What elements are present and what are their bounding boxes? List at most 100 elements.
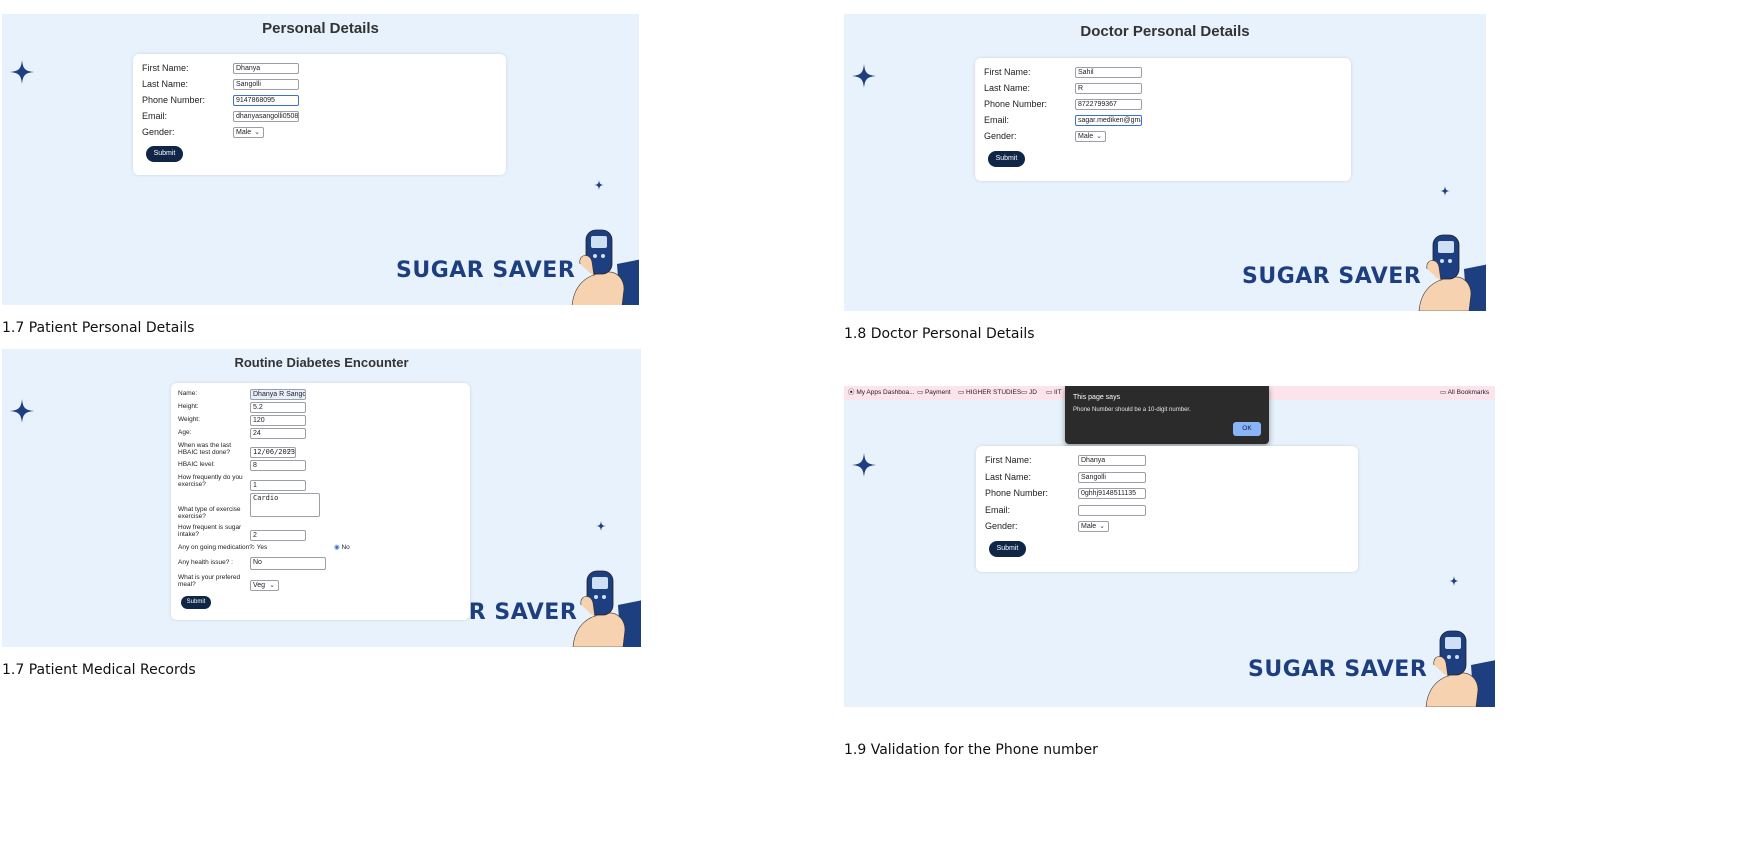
field-label: Phone Number: [142, 95, 206, 105]
sugar-intake-input[interactable]: 2 [250, 530, 306, 541]
folder-icon: ▭ [958, 389, 965, 396]
form-card: First Name: Dhanya Last Name: Sangolli P… [133, 54, 506, 175]
field-label: Phone Number: [985, 488, 1049, 498]
brand-logo-text: SUGAR SAVER [1248, 657, 1428, 682]
exercise-frequency-input[interactable]: 1 [250, 480, 306, 491]
dialog-message: Phone Number should be a 10-digit number… [1073, 407, 1191, 413]
gender-select[interactable]: Male ⌄ [1078, 521, 1109, 532]
submit-button[interactable]: Submit [988, 151, 1025, 167]
field-label: First Name: [142, 63, 189, 73]
field-label: How frequently do you exercise? [178, 474, 243, 488]
field-label: Weight: [178, 416, 200, 423]
email-input[interactable]: dhanyasangolli0508199 [233, 111, 299, 122]
figure-caption: 1.7 Patient Medical Records [2, 662, 196, 678]
bookmark-label: HIGHER STUDIES [965, 389, 1022, 396]
folder-icon: ▭ [917, 389, 924, 396]
folder-icon: ▭ [1440, 389, 1447, 396]
figure-caption: 1.7 Patient Personal Details [2, 320, 195, 336]
field-label: What type of exercise exercise? [178, 506, 241, 520]
chevron-down-icon: ⌄ [254, 129, 260, 136]
last-name-input[interactable]: Sangolli [1078, 472, 1146, 483]
phone-input[interactable]: 0ghhj9148511135 [1078, 488, 1146, 499]
sparkle-icon [10, 60, 34, 84]
gender-select-value: Male [1081, 523, 1097, 530]
bookmark-label: Payment [924, 389, 951, 396]
glucometer-hand-illustration [572, 570, 641, 647]
sparkle-icon [10, 399, 34, 423]
height-input[interactable]: 5.2 [250, 402, 306, 413]
figure-caption: 1.8 Doctor Personal Details [844, 326, 1035, 342]
brand-logo-text: SUGAR SAVER [1242, 264, 1422, 289]
alert-dialog: This page says Phone Number should be a … [1065, 386, 1269, 444]
field-label: When was the last HBAIC test done? [178, 442, 232, 456]
bookmark-item[interactable]: ▭ IIT [1046, 389, 1062, 396]
submit-button[interactable]: Submit [146, 146, 183, 162]
sparkle-icon [596, 521, 606, 531]
phone-input[interactable]: 9147868095 [233, 95, 299, 106]
form-card: First Name: Sahil Last Name: R Phone Num… [975, 58, 1351, 181]
bookmark-label: JD [1028, 389, 1037, 396]
gender-select[interactable]: Male ⌄ [233, 127, 264, 138]
field-label: Last Name: [985, 472, 1032, 482]
doctor-personal-screenshot: Doctor Personal Details First Name: Sahi… [844, 14, 1486, 311]
field-label: What is your prefered meal? [178, 574, 241, 588]
first-name-input[interactable]: Dhanya [1078, 455, 1146, 466]
brand-logo-text: SUGAR SAVER [396, 258, 576, 283]
weight-input[interactable]: 120 [250, 415, 306, 426]
last-name-input[interactable]: R [1075, 83, 1142, 94]
phone-input[interactable]: 8722799367 [1075, 99, 1142, 110]
field-label: Gender: [985, 521, 1018, 531]
hbaic-level-input[interactable]: 8 [250, 460, 306, 471]
field-label: How frequent is sugar intake? [178, 524, 242, 538]
chevron-down-icon: ⌄ [1096, 133, 1102, 140]
bookmark-item[interactable]: ▭ JD [1021, 389, 1037, 396]
page-title: Routine Diabetes Encounter [234, 355, 409, 370]
calendar-icon: ▭ [287, 448, 293, 454]
last-name-input[interactable]: Sangolli [233, 79, 299, 90]
field-label: Email: [142, 111, 168, 121]
bookmark-label: My Apps Dashboa... [856, 389, 915, 396]
email-input[interactable]: sagar.mediken@gmail.c [1075, 115, 1142, 126]
gender-select-value: Male [236, 129, 252, 136]
health-issue-input[interactable]: No [250, 557, 326, 570]
field-label: Any on going medication?: [178, 544, 255, 551]
medical-records-screenshot: Routine Diabetes Encounter SUGAR SAVER N… [2, 349, 641, 647]
field-label: Gender: [142, 127, 175, 137]
meal-select[interactable]: Veg ⌄ [250, 580, 279, 591]
field-label: Last Name: [984, 83, 1031, 93]
field-label: Name: [178, 390, 198, 397]
submit-button[interactable]: Submit [989, 541, 1026, 557]
radio-yes[interactable]: ○ Yes [251, 544, 267, 551]
dialog-ok-button[interactable]: OK [1233, 422, 1261, 436]
folder-icon: ▭ [1046, 389, 1053, 396]
sparkle-icon [1449, 576, 1459, 586]
gender-select[interactable]: Male ⌄ [1075, 131, 1106, 142]
first-name-input[interactable]: Sahil [1075, 67, 1142, 78]
field-label: Last Name: [142, 79, 189, 89]
name-input[interactable]: Dhanya R Sangolli [250, 389, 306, 400]
chevron-down-icon: ⌄ [269, 582, 275, 589]
radio-no[interactable]: ◉ No [334, 544, 350, 551]
app-icon: ⦿ [848, 389, 855, 396]
field-label: Gender: [984, 131, 1017, 141]
sparkle-icon [1440, 186, 1450, 196]
gender-select-value: Male [1078, 133, 1094, 140]
bookmark-item[interactable]: ▭ HIGHER STUDIES [958, 389, 1021, 396]
bookmark-item[interactable]: ⦿ My Apps Dashboa... [848, 389, 914, 396]
email-input[interactable] [1078, 505, 1146, 516]
glucometer-hand-illustration [1418, 234, 1486, 311]
glucometer-hand-illustration [571, 229, 639, 305]
bookmark-label: IIT [1053, 389, 1062, 396]
field-label: Email: [985, 505, 1011, 515]
bookmark-item[interactable]: ▭ All Bookmarks [1440, 389, 1489, 396]
form-card: Name: Dhanya R Sangolli Height: 5.2 Weig… [171, 383, 470, 620]
bookmark-item[interactable]: ▭ Payment [917, 389, 951, 396]
age-input[interactable]: 24 [250, 428, 306, 439]
field-label: First Name: [984, 67, 1031, 77]
field-label: Age: [178, 429, 192, 436]
submit-button[interactable]: Submit [181, 596, 211, 609]
sparkle-icon [852, 64, 876, 88]
first-name-input[interactable]: Dhanya [233, 63, 299, 74]
sparkle-icon [852, 453, 876, 477]
exercise-type-textarea[interactable]: Cardio [250, 493, 320, 517]
